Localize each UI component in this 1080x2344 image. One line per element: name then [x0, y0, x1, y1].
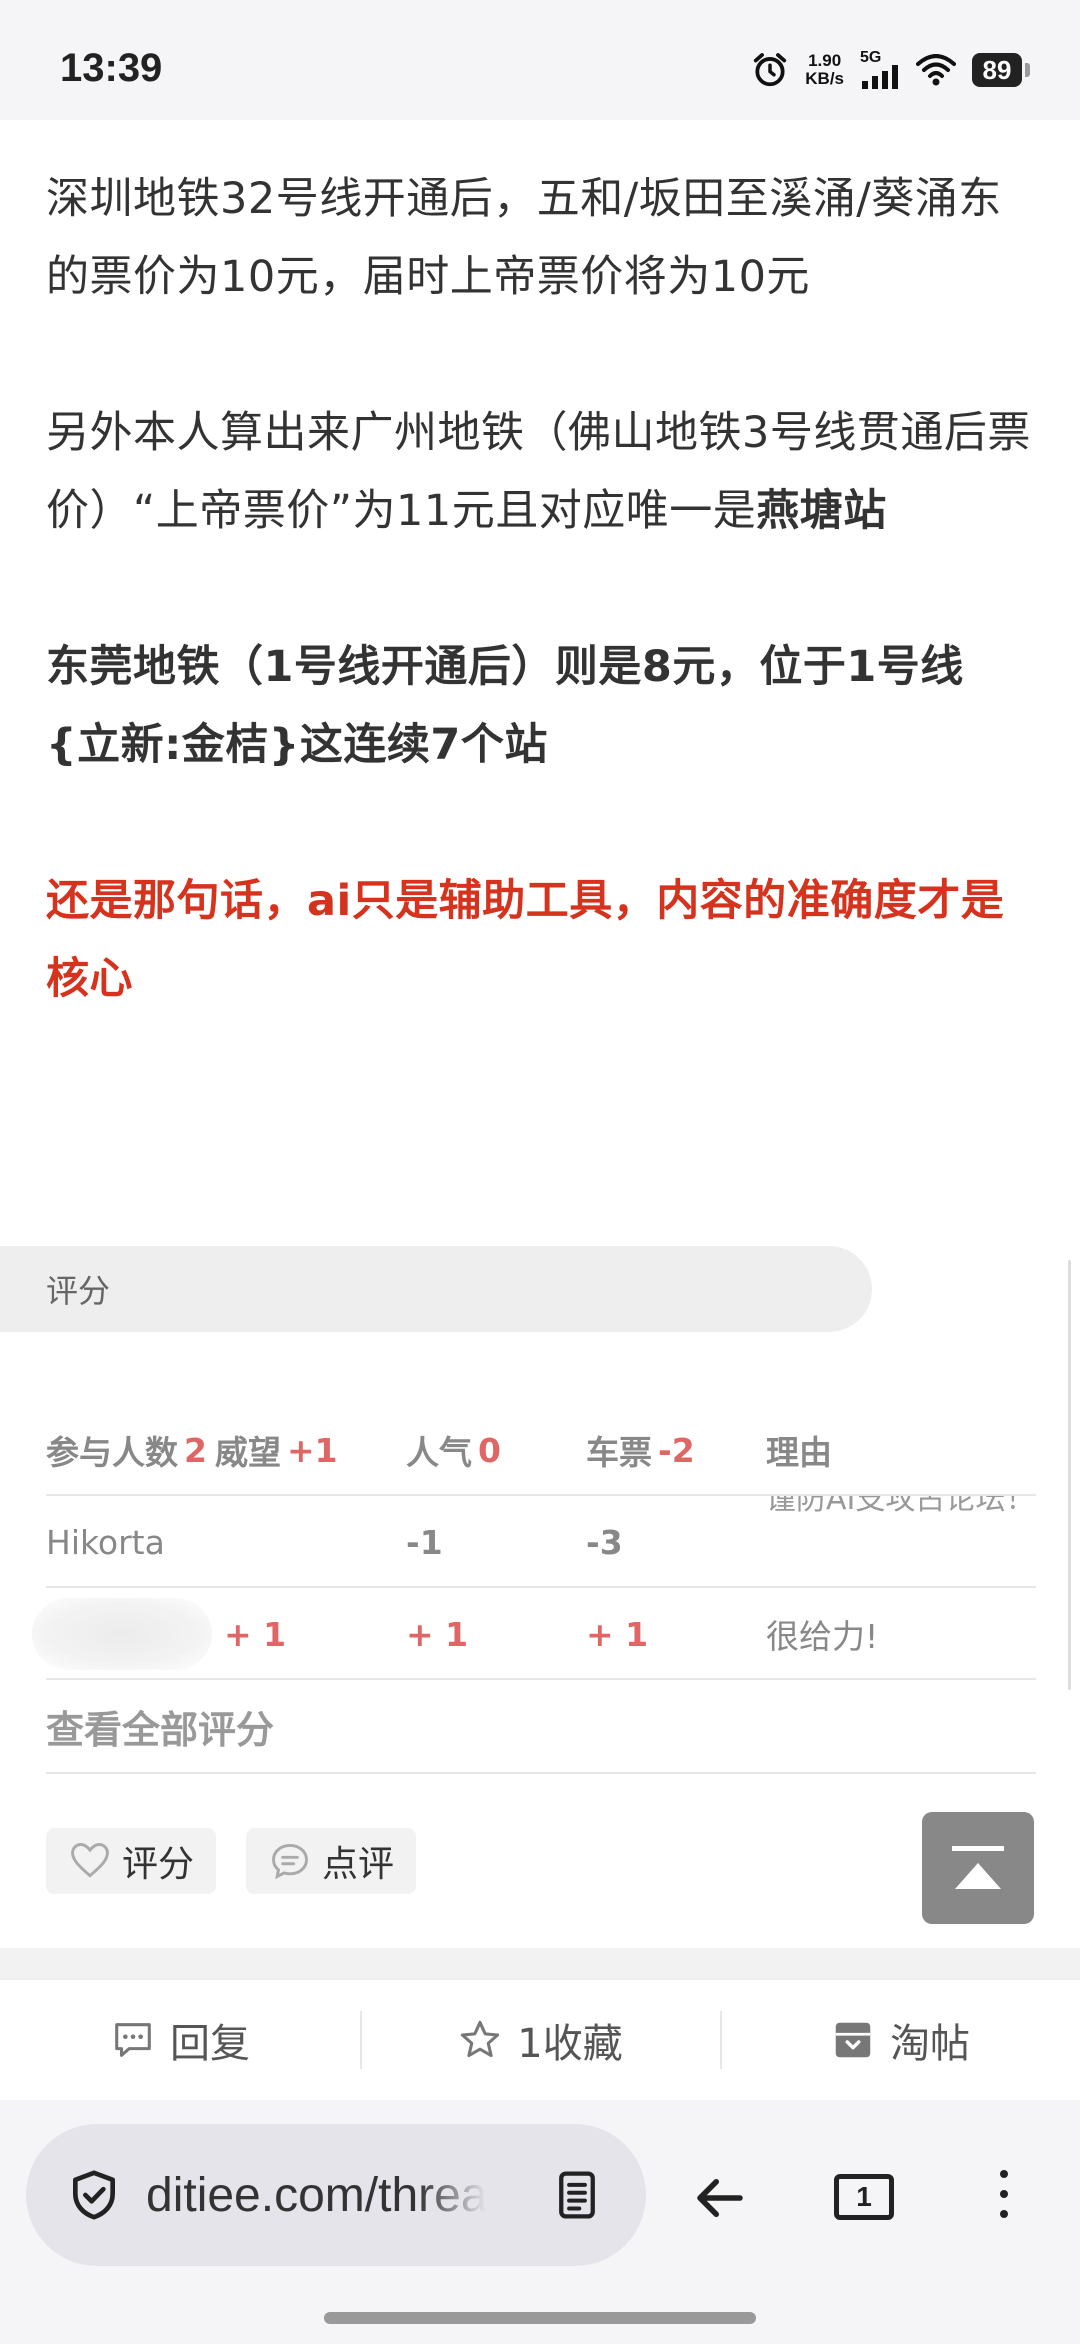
- signal-bars-icon: [862, 65, 898, 89]
- status-icons: 1.90 KB/s 5G 89: [751, 46, 1030, 94]
- rating-table: 参与人数 2 威望 +1 人气 0 车票 -2 理由 Hikorta -1 -3…: [32, 1404, 1036, 1774]
- popularity-header: 人气 0: [406, 1404, 501, 1496]
- table-row: Hikorta -1 -3 谨防AI支攻占论坛！: [46, 1496, 1036, 1588]
- net-speed: 1.90 KB/s: [805, 52, 844, 88]
- popularity-label: 人气: [406, 1433, 472, 1472]
- comment-button-label: 点评: [322, 1844, 395, 1885]
- ticket-score: + 1: [586, 1614, 649, 1654]
- popularity-score: -1: [406, 1522, 443, 1562]
- rating-reason: 很给力!: [766, 1617, 879, 1656]
- status-bar: 13:39 1.90 KB/s 5G 89: [0, 0, 1080, 120]
- rating-reason: 谨防AI支攻占论坛！: [766, 1496, 1036, 1588]
- battery-indicator: 89: [972, 53, 1030, 87]
- post-content: 深圳地铁32号线开通后，五和/坂田至溪涌/葵涌东的票价为10元，届时上帝票价将为…: [46, 160, 1036, 1018]
- post-paragraph-3: 东莞地铁（1号线开通后）则是8元，位于1号线{立新:金桔}这连续7个站: [46, 628, 1036, 784]
- reason-label: 理由: [766, 1433, 832, 1472]
- favorite-button[interactable]: 1收藏: [360, 2011, 720, 2069]
- view-all-ratings-link[interactable]: 查看全部评分: [46, 1680, 1036, 1774]
- star-icon: [461, 2020, 500, 2058]
- back-to-top-button[interactable]: [922, 1812, 1034, 1924]
- scrollbar[interactable]: [1068, 1260, 1071, 1690]
- reply-button[interactable]: 回复: [0, 2011, 360, 2069]
- tao-post-button[interactable]: 淘帖: [720, 2011, 1080, 2069]
- net-speed-value: 1.90: [808, 51, 842, 70]
- reader-mode-icon[interactable]: [550, 2168, 604, 2222]
- shield-check-icon[interactable]: [66, 2167, 122, 2223]
- participants-label: 参与人数: [46, 1433, 178, 1472]
- bottom-action-bar: 回复 1收藏 淘帖: [0, 1978, 1080, 2100]
- prestige-score: + 1: [224, 1614, 287, 1654]
- rating-section-header: 评分: [0, 1246, 872, 1332]
- section-divider: [0, 1948, 1080, 1978]
- cell-signal: 5G: [860, 49, 900, 89]
- favorite-label: 1收藏: [517, 2021, 623, 2067]
- rating-reason-text: 谨防AI支攻占论坛！: [766, 1496, 1036, 1517]
- participants-header: 参与人数 2 威望 +1: [46, 1404, 338, 1496]
- rater-cell[interactable]: + 1: [32, 1588, 287, 1680]
- prestige-label: 威望: [214, 1433, 281, 1472]
- table-row: + 1 + 1 + 1 很给力!: [32, 1588, 1036, 1680]
- rater-username[interactable]: Hikorta: [46, 1496, 165, 1588]
- ticket-total: -2: [658, 1430, 695, 1470]
- post-paragraph-2: 另外本人算出来广州地铁（佛山地铁3号线贯通后票价）“上帝票价”为11元且对应唯一…: [46, 394, 1036, 550]
- post-paragraph-4: 还是那句话，ai只是辅助工具，内容的准确度才是核心: [46, 876, 1005, 1004]
- post-paragraph-1: 深圳地铁32号线开通后，五和/坂田至溪涌/葵涌东的票价为10元，届时上帝票价将为…: [46, 174, 1002, 302]
- post-paragraph-3-bold: 东莞地铁（1号线开通后）则是8元，位于1号线{立新:金桔}这连续7个站: [46, 642, 964, 770]
- participants-count: 2: [184, 1430, 207, 1470]
- back-to-top-bar-icon: [952, 1845, 1004, 1851]
- alarm-icon: [754, 53, 787, 87]
- comment-button[interactable]: 点评: [246, 1828, 417, 1894]
- popularity-score: + 1: [406, 1614, 469, 1654]
- home-indicator[interactable]: [324, 2312, 756, 2324]
- blurred-username: [32, 1598, 212, 1670]
- ticket-score: -3: [586, 1522, 623, 1562]
- rating-table-header: 参与人数 2 威望 +1 人气 0 车票 -2 理由: [46, 1404, 1036, 1496]
- net-speed-unit: KB/s: [805, 69, 844, 88]
- back-arrow-icon[interactable]: [690, 2168, 750, 2228]
- rate-button-label: 评分: [122, 1844, 195, 1885]
- arrow-up-icon: [955, 1862, 1001, 1889]
- more-menu-icon[interactable]: [1000, 2170, 1008, 2218]
- url-text[interactable]: ditiee.com/thread: [146, 2168, 486, 2223]
- reply-icon: [115, 2023, 151, 2057]
- rate-button[interactable]: 评分: [46, 1828, 217, 1894]
- ticket-label: 车票: [586, 1433, 652, 1472]
- tab-switcher-button[interactable]: 1: [834, 2174, 894, 2220]
- address-bar[interactable]: ditiee.com/thread: [26, 2124, 646, 2266]
- post-paragraph-2-bold: 燕塘站: [756, 486, 887, 536]
- rating-section-label: 评分: [46, 1272, 111, 1310]
- comment-bubble-icon: [272, 1843, 308, 1880]
- archive-box-icon: [835, 2022, 871, 2058]
- heart-icon: [71, 1843, 109, 1878]
- post-action-buttons: 评分 点评: [46, 1828, 417, 1894]
- popularity-total: 0: [478, 1430, 501, 1470]
- reason-header: 理由: [766, 1404, 1036, 1496]
- ticket-header: 车票 -2: [586, 1404, 695, 1496]
- reply-label: 回复: [170, 2021, 250, 2067]
- wifi-icon: [916, 54, 956, 86]
- prestige-total: +1: [286, 1430, 338, 1470]
- tao-post-label: 淘帖: [890, 2021, 970, 2067]
- status-time: 13:39: [60, 46, 163, 90]
- browser-toolbar: ditiee.com/thread 1: [0, 2100, 1080, 2344]
- network-type: 5G: [860, 49, 882, 66]
